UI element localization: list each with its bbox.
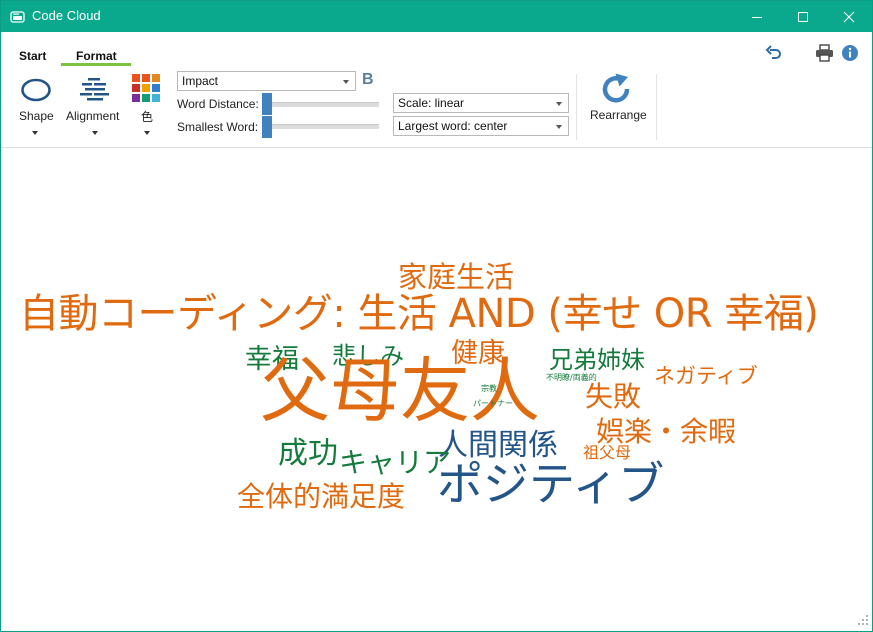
resize-grip-icon[interactable]: [857, 614, 869, 626]
largest-word-select[interactable]: Largest word: center: [393, 116, 569, 136]
scale-select-value: Scale: linear: [398, 96, 465, 110]
smallest-word-slider-thumb[interactable]: [262, 116, 272, 138]
tab-start[interactable]: Start: [19, 49, 46, 63]
cloud-word: 宗教: [481, 384, 497, 393]
alignment-icon: [80, 78, 109, 101]
alignment-button[interactable]: Alignment: [63, 72, 127, 142]
chevron-down-icon: [343, 80, 349, 84]
cloud-word: パートナー: [473, 399, 513, 408]
title-bar: Code Cloud: [1, 1, 872, 32]
minimize-button[interactable]: [734, 1, 780, 32]
info-icon[interactable]: [841, 44, 859, 62]
shape-dropdown-caret: [32, 131, 38, 135]
ribbon-separator: [576, 74, 577, 140]
cloud-word: 家庭生活: [398, 260, 515, 294]
cloud-word: ネガティブ: [654, 364, 758, 388]
font-select-value: Impact: [182, 74, 219, 88]
alignment-label: Alignment: [66, 109, 120, 123]
print-icon[interactable]: [815, 44, 834, 62]
cloud-word-largest: 父母友人: [260, 356, 540, 426]
close-button[interactable]: [826, 1, 872, 32]
word-distance-label: Word Distance:: [177, 97, 259, 111]
color-label: 色: [141, 110, 154, 124]
app-cloud-icon: [10, 11, 25, 23]
tab-format[interactable]: Format: [76, 49, 117, 63]
font-select[interactable]: Impact: [177, 71, 356, 91]
shape-button[interactable]: Shape: [11, 72, 61, 142]
rearrange-label: Rearrange: [590, 108, 647, 122]
cloud-word: 全体的満足度: [237, 480, 406, 513]
maximize-button[interactable]: [780, 1, 826, 32]
ellipse-shape-icon: [21, 78, 51, 102]
cloud-word: 失敗: [585, 380, 642, 413]
word-distance-track[interactable]: [263, 102, 379, 107]
color-button[interactable]: 色: [129, 72, 165, 142]
cloud-word: ポジティブ: [437, 457, 665, 511]
alignment-dropdown-caret: [92, 131, 98, 135]
smallest-word-label: Smallest Word:: [177, 120, 259, 134]
scale-select[interactable]: Scale: linear: [393, 93, 569, 113]
minimize-icon: [752, 16, 762, 18]
shape-label: Shape: [19, 109, 54, 123]
ribbon-tabs: Start Format: [1, 32, 872, 66]
ribbon-separator: [656, 74, 657, 140]
format-ribbon: Shape Alignment 色 Impact B Word Distance…: [1, 66, 872, 148]
refresh-icon: [602, 73, 630, 103]
cloud-word: 娯楽・余暇: [596, 415, 737, 448]
close-icon: [843, 11, 855, 22]
color-dropdown-caret: [144, 131, 150, 135]
cloud-word-title: 自動コーディング: 生活 AND (幸せ OR 幸福): [19, 291, 819, 337]
largest-word-select-value: Largest word: center: [398, 119, 508, 133]
chevron-down-icon: [556, 125, 562, 129]
cloud-word: キャリア: [339, 446, 452, 479]
cloud-word: 兄弟姉妹: [549, 346, 645, 374]
color-palette-icon: [132, 74, 160, 102]
cloud-word: 父母友人: [260, 350, 540, 432]
cloud-word: 成功: [278, 436, 338, 471]
window-title: Code Cloud: [32, 8, 101, 23]
smallest-word-track[interactable]: [263, 124, 379, 129]
maximize-icon: [798, 11, 808, 22]
undo-icon[interactable]: [765, 45, 783, 61]
rearrange-button[interactable]: Rearrange: [585, 70, 649, 140]
word-distance-slider-thumb[interactable]: [262, 93, 272, 115]
app-window: Code Cloud Start Format Shape Alignment …: [0, 0, 873, 632]
bold-toggle[interactable]: B: [362, 71, 374, 89]
chevron-down-icon: [556, 102, 562, 106]
word-cloud-canvas: 家庭生活 自動コーディング: 生活 AND (幸せ OR 幸福) 幸福 悲しみ …: [1, 148, 872, 631]
